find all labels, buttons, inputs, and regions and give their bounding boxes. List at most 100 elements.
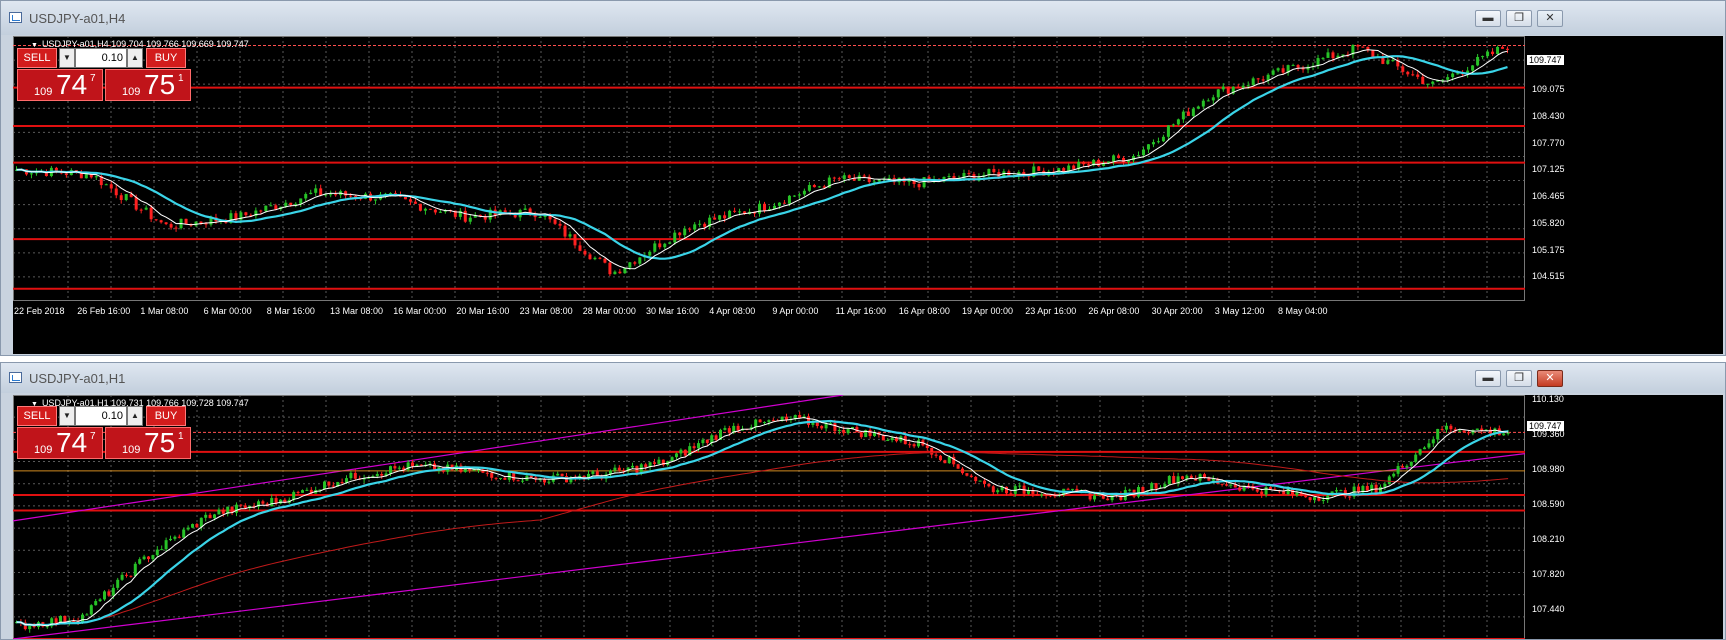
- candle-bearish: [991, 486, 995, 493]
- candle-bearish: [653, 462, 656, 464]
- time-axis-label: 1 Mar 08:00: [140, 306, 189, 316]
- candle-bullish: [1475, 428, 1479, 430]
- sell-price-box[interactable]: 109 74 7: [17, 427, 103, 459]
- candle-bearish: [353, 472, 357, 479]
- chart-window-h4[interactable]: USDJPY-a01,H4 ▬ ❐ ✕ ▼ USDJPY-a01,H4 109.7…: [0, 0, 1726, 356]
- candle-bearish: [1440, 428, 1444, 430]
- price-chart[interactable]: ▼ USDJPY-a01,H4 109.704 109.766 109.669 1…: [13, 36, 1723, 354]
- candle-bullish: [374, 199, 378, 201]
- candle-bullish: [1141, 149, 1145, 156]
- sell-button[interactable]: SELL: [17, 406, 57, 426]
- candle-bullish: [1431, 81, 1435, 84]
- candle-bullish: [1201, 100, 1205, 107]
- candle-bearish: [553, 219, 557, 224]
- candle-bearish: [119, 195, 123, 201]
- price-axis-label: 108.590: [1532, 499, 1565, 509]
- candle-bullish: [1387, 476, 1391, 484]
- candle-bullish: [309, 192, 313, 195]
- window-titlebar[interactable]: USDJPY-a01,H1 ▬ ❐ ✕: [1, 363, 1725, 393]
- candle-bullish: [151, 555, 155, 560]
- candle-bullish: [1426, 83, 1430, 85]
- candle-bullish: [1458, 430, 1462, 432]
- candle-bearish: [820, 425, 824, 429]
- chart-window-h1[interactable]: USDJPY-a01,H1 ▬ ❐ ✕ ▼ USDJPY-a01,H1 109.7…: [0, 362, 1726, 640]
- window-titlebar[interactable]: USDJPY-a01,H4 ▬ ❐ ✕: [1, 1, 1725, 35]
- candle-bullish: [160, 549, 164, 551]
- candle-bullish: [194, 221, 198, 226]
- window-title: USDJPY-a01,H1: [29, 371, 126, 386]
- price-axis-label: 107.440: [1532, 604, 1565, 614]
- candle-bullish: [301, 490, 304, 493]
- lot-increase-button[interactable]: ▲: [127, 48, 143, 68]
- restore-button[interactable]: ❐: [1506, 370, 1532, 387]
- candle-bullish: [305, 489, 309, 491]
- candle-bullish: [1206, 100, 1210, 102]
- candle-bearish: [644, 464, 648, 467]
- candle-bullish: [917, 440, 920, 447]
- candle-bullish: [468, 217, 472, 222]
- candle-bullish: [807, 185, 811, 191]
- candle-bearish: [164, 222, 168, 225]
- candle-bullish: [304, 194, 308, 199]
- candle-bullish: [1445, 425, 1448, 430]
- one-click-trading-panel: SELL ▼ 0.10 ▲ BUY 109 74 7 109 75 1: [17, 406, 191, 459]
- time-axis-label: 23 Apr 16:00: [1025, 306, 1077, 316]
- lot-size-input[interactable]: 0.10: [75, 48, 127, 68]
- candle-bearish: [1281, 68, 1285, 73]
- buy-price-pips: 75: [144, 69, 176, 100]
- price-axis-label: 105.175: [1532, 244, 1565, 255]
- candle-bearish: [588, 254, 592, 260]
- restore-button[interactable]: ❐: [1506, 10, 1532, 27]
- candle-bullish: [1427, 443, 1431, 448]
- candlestick-chart-svg: [13, 395, 1526, 639]
- candle-bullish: [1321, 57, 1325, 59]
- price-chart[interactable]: ▼ USDJPY-a01,H1 109.731 109.766 109.728 1…: [13, 394, 1723, 639]
- candle-bearish: [485, 472, 489, 474]
- price-axis-label: 107.125: [1532, 164, 1565, 175]
- candle-bearish: [114, 188, 118, 196]
- candle-bearish: [1044, 494, 1048, 496]
- candle-bearish: [967, 173, 971, 175]
- sell-price-box[interactable]: 109 74 7: [17, 69, 103, 101]
- candle-bullish: [89, 605, 93, 615]
- lot-size-input[interactable]: 0.10: [75, 406, 127, 426]
- close-button[interactable]: ✕: [1537, 10, 1563, 27]
- time-axis-label: 8 Mar 16:00: [266, 306, 315, 316]
- candle-bearish: [125, 574, 128, 576]
- candle-bearish: [608, 262, 612, 275]
- candle-bearish: [1220, 483, 1224, 485]
- candle-bearish: [243, 505, 247, 509]
- candle-bearish: [558, 223, 562, 226]
- price-axis-label: 108.980: [1532, 464, 1565, 474]
- candle-bullish: [1018, 485, 1022, 487]
- buy-price-box[interactable]: 109 75 1: [105, 69, 191, 101]
- candle-bearish: [418, 203, 422, 211]
- candle-bearish: [992, 168, 996, 173]
- sell-price-prefix: 109: [34, 86, 53, 98]
- minimize-button[interactable]: ▬: [1475, 370, 1501, 387]
- candle-bullish: [1151, 142, 1155, 145]
- candle-bearish: [221, 509, 225, 514]
- candle-bearish: [289, 202, 293, 205]
- candle-bearish: [413, 201, 417, 204]
- candle-bullish: [98, 599, 102, 602]
- minimize-button[interactable]: ▬: [1475, 10, 1501, 27]
- one-click-trading-panel: SELL ▼ 0.10 ▲ BUY 109 74 7 109 75 1: [17, 48, 191, 101]
- candle-bullish: [144, 207, 148, 210]
- close-button[interactable]: ✕: [1537, 370, 1563, 387]
- current-price-tag: 109.747: [1527, 55, 1564, 65]
- buy-price-box[interactable]: 109 75 1: [105, 427, 191, 459]
- lot-decrease-button[interactable]: ▼: [59, 406, 75, 426]
- candle-bearish: [107, 591, 111, 596]
- candle-bearish: [974, 476, 978, 482]
- buy-button[interactable]: BUY: [146, 406, 186, 426]
- candle-bearish: [1035, 494, 1039, 496]
- sell-button[interactable]: SELL: [17, 48, 57, 68]
- candle-bullish: [94, 601, 98, 606]
- buy-button[interactable]: BUY: [146, 48, 186, 68]
- candle-bullish: [1221, 86, 1225, 90]
- lot-increase-button[interactable]: ▲: [127, 406, 143, 426]
- lot-decrease-button[interactable]: ▼: [59, 48, 75, 68]
- candle-bearish: [678, 232, 682, 236]
- candle-bearish: [139, 209, 143, 211]
